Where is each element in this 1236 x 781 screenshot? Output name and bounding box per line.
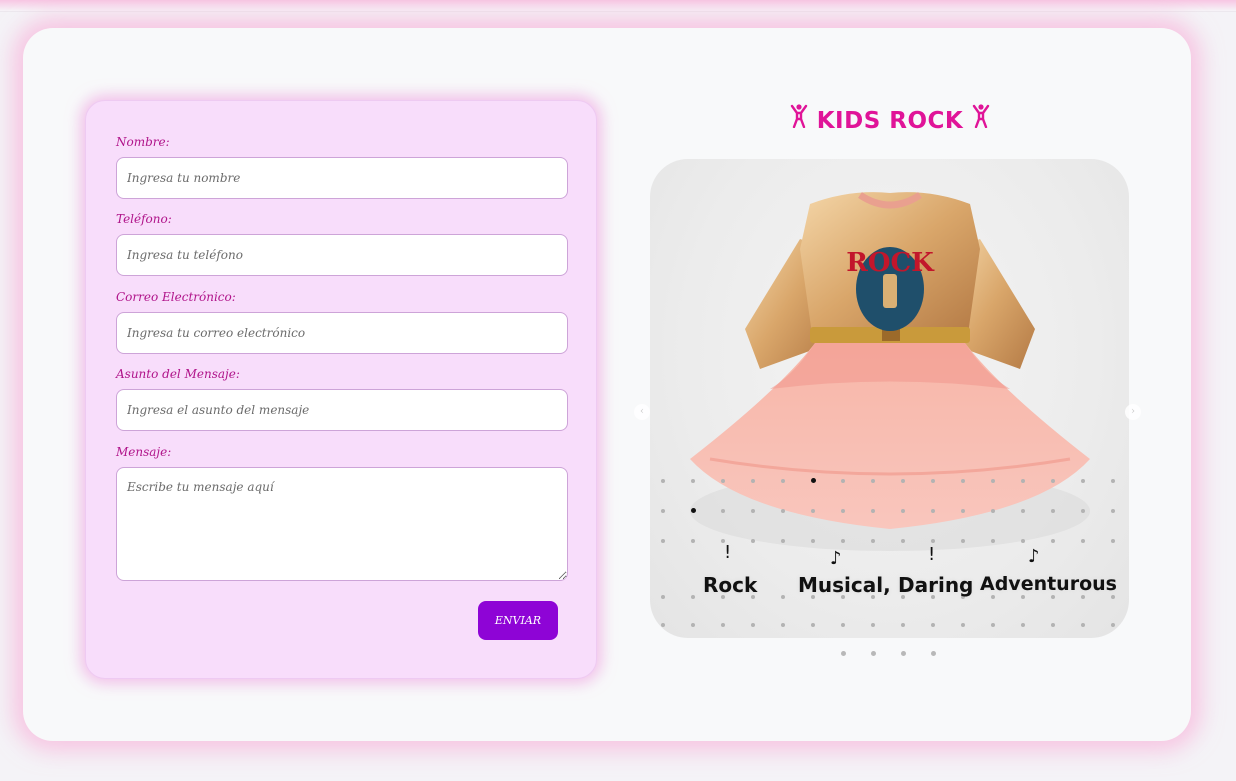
rock-dress-image: ROCK: [690, 192, 1090, 551]
name-input[interactable]: [116, 157, 568, 199]
exclamation-icon: !: [928, 544, 936, 565]
person-raising-arms-icon: [790, 104, 808, 134]
message-label: Mensaje:: [116, 445, 172, 459]
email-input[interactable]: [116, 312, 568, 354]
tag-musical: Musical,: [798, 573, 891, 597]
music-note-icon: ♪: [830, 548, 842, 569]
submit-button[interactable]: ENVIAR: [478, 601, 558, 640]
carousel-dot-1[interactable]: [841, 651, 846, 656]
brand-title-text: KIDS ROCK: [816, 108, 964, 134]
contact-form: Nombre: Teléfono: Correo Electrónico: As…: [85, 100, 597, 679]
email-label: Correo Electrónico:: [116, 290, 236, 304]
subject-input[interactable]: [116, 389, 568, 431]
brand-title: KIDS ROCK: [650, 104, 1130, 134]
carousel-dot-4[interactable]: [931, 651, 936, 656]
top-bar: [0, 0, 1236, 12]
tag-rock: Rock: [703, 573, 758, 597]
tag-daring: Daring: [898, 573, 974, 597]
phone-input[interactable]: [116, 234, 568, 276]
product-carousel: ROCK: [650, 159, 1129, 638]
shirt-rock-text: ROCK: [846, 248, 935, 278]
phone-label: Teléfono:: [116, 212, 172, 226]
name-label: Nombre:: [116, 135, 170, 149]
exclamation-icon: !: [724, 542, 732, 563]
music-note-icon: ♪: [1028, 546, 1040, 567]
carousel-prev-button[interactable]: ‹: [634, 404, 650, 420]
subject-label: Asunto del Mensaje:: [116, 367, 240, 381]
message-textarea[interactable]: [116, 467, 568, 581]
carousel-next-button[interactable]: ›: [1125, 404, 1141, 420]
person-raising-arms-icon: [972, 104, 990, 134]
carousel-dot-2[interactable]: [871, 651, 876, 656]
carousel-dot-3[interactable]: [901, 651, 906, 656]
tag-adventurous: Adventurous: [980, 573, 1117, 595]
